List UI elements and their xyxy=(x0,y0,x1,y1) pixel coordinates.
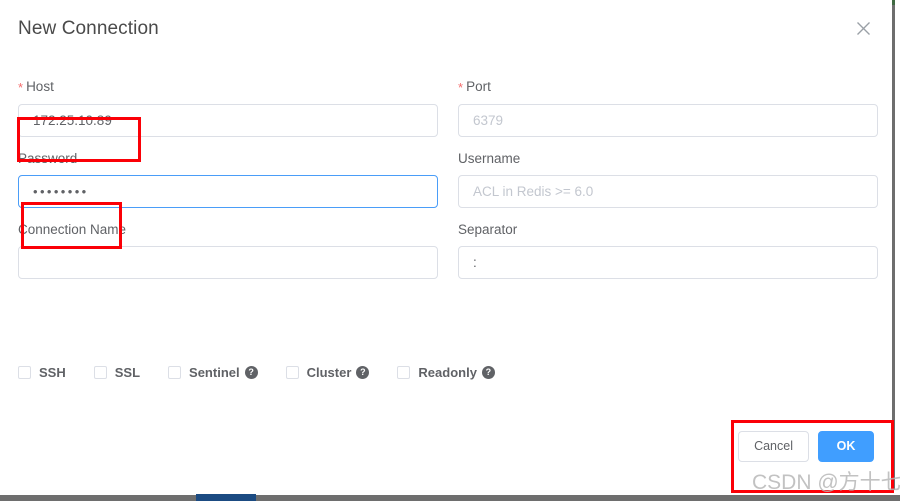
dialog-footer: Cancel OK xyxy=(738,431,874,462)
ok-button[interactable]: OK xyxy=(818,431,874,462)
screenshot-root: New Connection *Host *Port xyxy=(0,0,900,501)
help-circle-icon[interactable]: ? xyxy=(244,366,258,379)
field-username: Username xyxy=(458,150,878,208)
required-star-icon: * xyxy=(458,80,464,95)
field-separator: Separator xyxy=(458,221,878,279)
checkbox-box-icon[interactable] xyxy=(168,366,182,379)
label-port: * Port xyxy=(458,78,878,97)
field-host: * Host xyxy=(18,78,438,137)
checkbox-label-cluster: Cluster xyxy=(306,365,352,380)
label-host: * Host xyxy=(18,78,438,97)
options-checkbox-row: SSH SSL Sentinel ? Cluster ? Readonly ? xyxy=(18,365,523,380)
field-port: * Port xyxy=(458,78,878,137)
new-connection-dialog: New Connection *Host *Port xyxy=(0,0,895,490)
help-circle-icon[interactable]: ? xyxy=(481,366,495,379)
checkbox-label-sentinel: Sentinel xyxy=(189,365,240,380)
checkbox-label-ssl: SSL xyxy=(114,365,141,380)
label-username: Username xyxy=(458,151,521,166)
port-input[interactable] xyxy=(458,104,878,137)
checkbox-cluster[interactable]: Cluster ? xyxy=(285,365,370,380)
watermark: CSDN @方十七 xyxy=(752,471,900,494)
checkbox-label-readonly: Readonly xyxy=(418,365,477,380)
checkbox-box-icon[interactable] xyxy=(18,366,31,379)
close-icon[interactable] xyxy=(853,18,873,38)
required-star-icon: * xyxy=(18,80,24,95)
checkbox-box-icon[interactable] xyxy=(93,366,107,379)
username-input[interactable] xyxy=(458,175,878,208)
separator-input[interactable] xyxy=(458,246,878,279)
label-port-text: Port xyxy=(466,79,491,94)
checkbox-ssh[interactable]: SSH xyxy=(18,365,66,380)
checkbox-label-ssh: SSH xyxy=(39,365,66,380)
checkbox-box-icon[interactable] xyxy=(397,366,411,379)
checkbox-box-icon[interactable] xyxy=(285,366,299,379)
label-host-text: Host xyxy=(26,79,54,94)
help-circle-icon[interactable]: ? xyxy=(356,366,370,379)
label-separator: Separator xyxy=(458,222,518,237)
form-row-password-username: Password Username xyxy=(0,150,894,208)
connection-name-input[interactable] xyxy=(18,246,438,279)
taskbar-active-item xyxy=(196,494,256,501)
cancel-button[interactable]: Cancel xyxy=(738,431,809,462)
window-right-edge-accent xyxy=(892,0,895,5)
form-row-host-port: *Host *Port xyxy=(0,78,894,137)
connection-form: *Host *Port Password Usern xyxy=(0,78,894,292)
form-row-name-separator: Connection Name Separator xyxy=(0,221,894,279)
page-title: New Connection xyxy=(18,18,159,39)
checkbox-readonly[interactable]: Readonly ? xyxy=(397,365,495,380)
label-connection-name: Connection Name xyxy=(18,222,127,237)
host-input[interactable] xyxy=(18,104,438,137)
checkbox-sentinel[interactable]: Sentinel ? xyxy=(168,365,258,380)
password-input[interactable] xyxy=(18,175,438,208)
field-password: Password xyxy=(18,150,438,208)
checkbox-ssl[interactable]: SSL xyxy=(93,365,141,380)
window-right-edge xyxy=(892,0,895,490)
field-connection-name: Connection Name xyxy=(18,221,438,279)
label-password: Password xyxy=(18,151,78,166)
